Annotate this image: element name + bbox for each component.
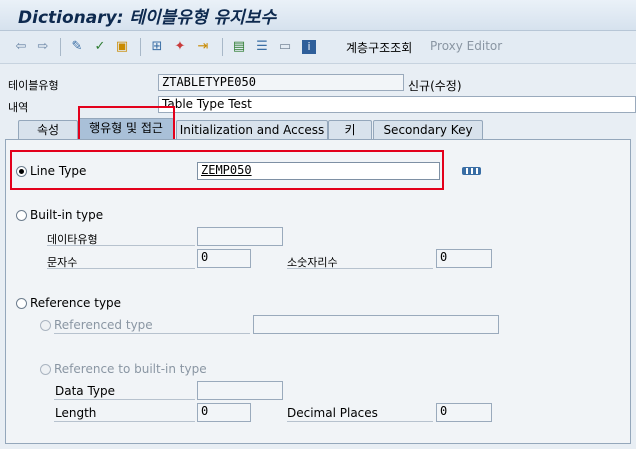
label-underline <box>287 268 433 269</box>
window-title: Dictionary: 테이블유형 유지보수 <box>18 8 277 28</box>
toolbar-separator <box>222 38 223 56</box>
transport-icon[interactable]: ⇥ <box>194 38 212 56</box>
tab-key[interactable]: 키 <box>328 120 372 140</box>
status-text: 신규(수정) <box>408 79 462 93</box>
where-used-icon[interactable]: ⊞ <box>148 38 166 56</box>
layout-icon[interactable]: ▭ <box>276 38 294 56</box>
activate-icon[interactable]: ▣ <box>113 38 131 56</box>
structure-icon[interactable] <box>462 167 481 175</box>
tab-secondary-key[interactable]: Secondary Key <box>373 120 483 140</box>
data-type-field[interactable] <box>197 227 283 246</box>
list-icon[interactable]: ☰ <box>253 38 271 56</box>
label-underline <box>54 399 195 400</box>
builtin-type-label: Built-in type <box>30 208 104 222</box>
reference-type-radio[interactable] <box>16 298 27 309</box>
label-underline <box>287 421 433 422</box>
label-underline <box>54 333 250 334</box>
toolbar-separator <box>140 38 141 56</box>
table-type-label: 테이블유형 <box>8 79 59 92</box>
ref-data-type-field[interactable] <box>197 381 283 400</box>
description-field[interactable]: Table Type Test <box>158 96 636 113</box>
line-type-field[interactable]: ZEMP050 <box>197 162 440 180</box>
ref-data-type-label: Data Type <box>55 384 116 398</box>
builtin-type-radio[interactable] <box>16 210 27 221</box>
decimal-places-label: Decimal Places <box>287 406 378 420</box>
proxy-editor-button[interactable]: Proxy Editor <box>430 39 502 53</box>
label-underline <box>47 245 195 246</box>
hierarchy-button[interactable]: 계층구조조회 <box>346 39 412 56</box>
reference-type-label: Reference type <box>30 296 122 310</box>
toolbar-separator <box>60 38 61 56</box>
line-type-label: Line Type <box>30 164 87 178</box>
table-type-field[interactable]: ZTABLETYPE050 <box>158 74 404 91</box>
referenced-type-radio[interactable] <box>40 320 51 331</box>
reference-builtin-label: Reference to built-in type <box>54 362 207 376</box>
referenced-type-label: Referenced type <box>54 318 153 332</box>
info-icon[interactable]: i <box>302 40 316 54</box>
display-change-icon[interactable]: ✎ <box>68 38 86 56</box>
wand-icon[interactable]: ✦ <box>171 38 189 56</box>
chars-field[interactable]: 0 <box>197 249 251 268</box>
length-label: Length <box>55 406 97 420</box>
length-field[interactable]: 0 <box>197 403 251 422</box>
reference-builtin-radio[interactable] <box>40 364 51 375</box>
label-underline <box>54 421 195 422</box>
label-underline <box>47 268 195 269</box>
back-icon[interactable]: ⇦ <box>12 38 30 56</box>
decimals-field[interactable]: 0 <box>436 249 492 268</box>
description-label: 내역 <box>8 101 29 114</box>
tab-initialization-access[interactable]: Initialization and Access <box>176 120 328 140</box>
forward-icon[interactable]: ⇨ <box>34 38 52 56</box>
decimal-places-field[interactable]: 0 <box>436 403 492 422</box>
check-icon[interactable]: ✓ <box>91 38 109 56</box>
line-type-radio[interactable] <box>16 166 27 177</box>
hierarchy-icon[interactable]: ▤ <box>230 38 248 56</box>
referenced-type-field[interactable] <box>253 315 499 334</box>
title-bar: Dictionary: 테이블유형 유지보수 <box>0 0 636 31</box>
tab-attributes[interactable]: 속성 <box>18 120 78 140</box>
